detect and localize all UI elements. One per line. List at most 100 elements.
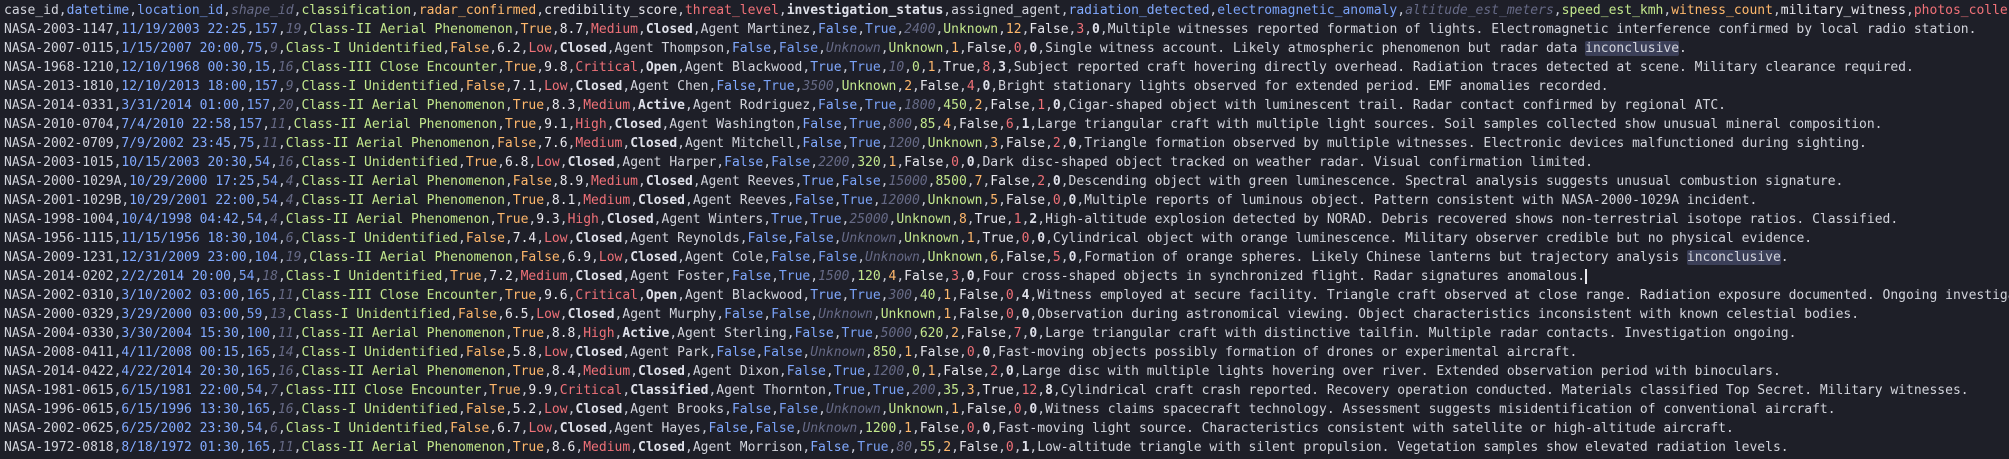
cell-witness-count: 1: [904, 421, 912, 436]
cell-investigation-status: Closed: [559, 41, 607, 56]
cell-classification: Class-I Unidentified: [301, 402, 458, 417]
cell-investigation-status: Closed: [575, 402, 623, 417]
cell-case-id: NASA-2000-0329: [4, 307, 114, 322]
cell-assigned-agent: Agent Reeves: [700, 174, 795, 189]
cell-classification: Class-II Aerial Phenomenon: [301, 193, 505, 208]
cell-credibility-score: 6.5: [504, 307, 529, 322]
cell-location-id: 100: [246, 326, 271, 341]
header-cell-case-id: case_id: [4, 3, 59, 18]
cell-case-id: NASA-2014-0202: [4, 269, 114, 284]
cell-classification: Class-I Unidentified: [301, 345, 458, 360]
cell-altitude-est-meters: Unknown: [802, 421, 858, 436]
cell-case-id: NASA-2000-1029A: [4, 174, 122, 189]
cell-classification: Class-I Unidentified: [301, 155, 458, 170]
csv-row: NASA-2002-0709,7/9/2002 23:45,75,11,Clas…: [4, 136, 1867, 151]
cell-samples-collected: 8: [1045, 383, 1053, 398]
cell-location-id: 54: [254, 155, 271, 170]
cell-radiation-detected: False: [731, 402, 772, 417]
cell-altitude-est-meters: 80: [896, 440, 912, 455]
cell-shape-id: 7: [270, 383, 278, 398]
cell-investigation-status: Classified: [630, 383, 709, 398]
csv-editor[interactable]: case_id,datetime,location_id,shape_id,cl…: [0, 0, 2009, 459]
cell-radar-confirmed: True: [512, 98, 545, 113]
cell-notes: Witness employed at secure facility. Tri…: [1037, 288, 2009, 303]
cell-electromagnetic-anomaly: False: [771, 155, 811, 170]
cell-radar-confirmed: False: [457, 307, 498, 322]
cell-assigned-agent: Agent Mitchell: [684, 136, 795, 151]
cell-investigation-status: Closed: [630, 250, 678, 265]
cell-credibility-score: 9.6: [544, 288, 568, 303]
csv-row: NASA-2000-1029A,10/29/2000 17:25,54,4,Cl…: [4, 174, 1844, 189]
cell-witness-count: 8: [958, 212, 967, 227]
cell-witness-count: 1: [943, 307, 952, 322]
cell-electromagnetic-anomaly: False: [755, 421, 795, 436]
cell-shape-id: 19: [285, 250, 302, 265]
cell-shape-id: 4: [285, 174, 294, 189]
cell-radiation-detected: False: [716, 345, 756, 360]
cell-credibility-score: 8.6: [551, 440, 576, 455]
cell-threat-level: Medium: [520, 269, 568, 284]
cell-radar-confirmed: False: [497, 136, 537, 151]
csv-data-rows: NASA-2003-1147,11/19/2003 22:25,157,19,C…: [4, 20, 2009, 457]
cell-photos-collected: 0: [966, 421, 975, 436]
cell-assigned-agent: Agent Sterling: [677, 326, 787, 341]
cell-investigation-status: Closed: [606, 212, 654, 227]
cell-datetime: 3/29/2000 03:00: [121, 307, 239, 322]
cell-case-id: NASA-2007-0115: [4, 41, 114, 56]
header-cell-assigned-agent: assigned_agent: [951, 3, 1061, 18]
cell-radiation-detected: False: [724, 155, 764, 170]
cell-altitude-est-meters: 3500: [802, 79, 834, 94]
cell-radiation-detected: False: [708, 421, 748, 436]
cell-credibility-score: 5.2: [512, 402, 537, 417]
cell-samples-collected: 0: [966, 269, 975, 284]
csv-row: NASA-1956-1115,11/15/1956 18:30,104,6,Cl…: [4, 231, 1813, 246]
cell-credibility-score: 8.7: [559, 22, 584, 37]
cell-photos-collected: 1: [1037, 98, 1046, 113]
cell-military-witness: False: [904, 269, 944, 284]
cell-credibility-score: 8.8: [551, 326, 576, 341]
cell-threat-level: Medium: [583, 193, 631, 208]
cell-radar-confirmed: False: [465, 231, 505, 246]
cell-speed-est-kmh: Unknown: [888, 41, 944, 56]
cell-location-id: 59: [246, 307, 263, 322]
cell-location-id: 15: [254, 60, 271, 75]
cell-datetime: 12/10/2013 18:00: [121, 79, 247, 94]
cell-military-witness: False: [1005, 250, 1046, 265]
cell-credibility-score: 8.1: [551, 193, 576, 208]
cell-photos-collected: 0: [951, 155, 959, 170]
cell-military-witness: False: [904, 155, 944, 170]
cell-credibility-score: 7.6: [544, 136, 568, 151]
cell-radar-confirmed: True: [520, 22, 552, 37]
cell-threat-level: Low: [598, 250, 623, 265]
cell-radar-confirmed: False: [512, 174, 552, 189]
cell-case-id: NASA-1981-0615: [4, 383, 114, 398]
cell-datetime: 10/29/2000 17:25: [129, 174, 255, 189]
cell-case-id: NASA-1998-1004: [4, 212, 114, 227]
cell-radar-confirmed: True: [450, 269, 482, 284]
cell-military-witness: False: [958, 307, 999, 322]
csv-row: NASA-2000-0329,3/29/2000 03:00,59,13,Cla…: [4, 307, 1860, 322]
cell-credibility-score: 5.8: [512, 345, 537, 360]
cell-case-id: NASA-2014-0422: [4, 364, 114, 379]
cell-altitude-est-meters: Unknown: [825, 402, 881, 417]
cell-photos-collected: 0: [1013, 41, 1022, 56]
cell-datetime: 10/15/2003 20:30: [121, 155, 247, 170]
cell-case-id: NASA-2013-1810: [4, 79, 114, 94]
cell-witness-count: 1: [904, 345, 913, 360]
cell-electromagnetic-anomaly: True: [872, 383, 905, 398]
cell-altitude-est-meters: 25000: [849, 212, 889, 227]
cell-classification: Class-III Close Encounter: [301, 60, 498, 75]
cell-altitude-est-meters: 15000: [888, 174, 928, 189]
cell-notes: Multiple reports of luminous object. Pat…: [1084, 193, 1758, 208]
cell-witness-count: 1: [951, 41, 959, 56]
cell-military-witness: False: [943, 364, 983, 379]
cell-case-id: NASA-2001-1029B: [4, 193, 122, 208]
cell-location-id: 75: [246, 41, 263, 56]
cell-threat-level: Low: [544, 402, 568, 417]
cell-investigation-status: Open: [645, 288, 678, 303]
cell-radiation-detected: True: [771, 212, 803, 227]
cell-witness-count: 5: [990, 193, 999, 208]
cell-credibility-score: 9.1: [544, 117, 568, 132]
cell-case-id: NASA-2014-0331: [4, 98, 114, 113]
cell-notes: Cylindrical object with orange luminesce…: [1052, 231, 1813, 246]
